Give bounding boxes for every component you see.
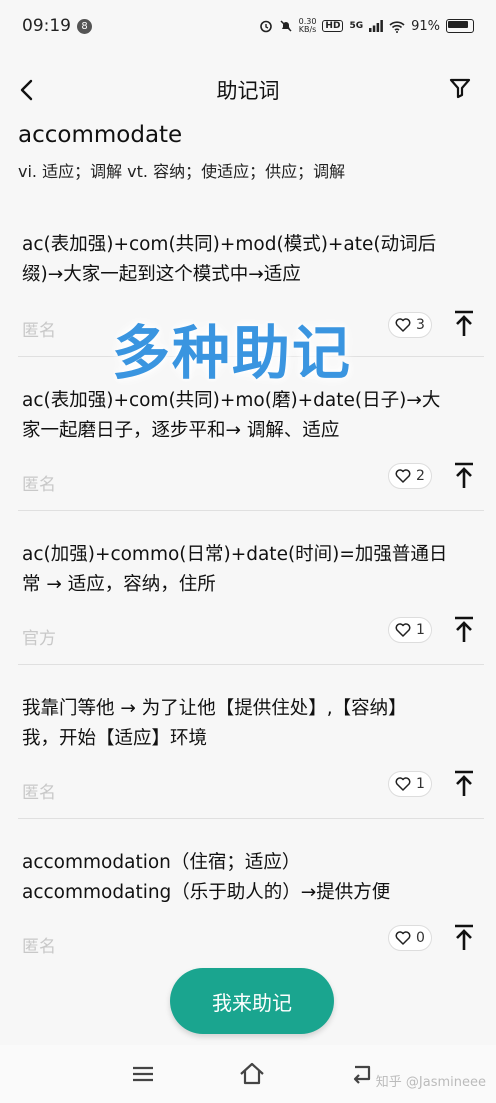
mnemonic-text: ac(表加强)+com(共同)+mod(模式)+ate(动词后 缀)→大家一起到… — [22, 230, 482, 290]
mnemonic-author: 匿名 — [22, 321, 56, 341]
like-count: 2 — [416, 468, 425, 484]
speed-unit: KB/s — [298, 25, 317, 34]
header: 助记词 — [0, 66, 496, 114]
mnemonic-line: accommodation（住宿；适应） — [22, 852, 301, 873]
menu-icon[interactable] — [128, 1059, 158, 1089]
network-speed: 0.30 KB/s — [299, 18, 317, 34]
mnemonic-text: 我靠门等他 → 为了让他【提供住处】,【容纳】 我，开始【适应】环境 — [22, 694, 482, 754]
network-type: 5G — [349, 21, 364, 31]
mnemonic-line: 缀)→大家一起到这个模式中→适应 — [22, 264, 301, 285]
mnemonic-text: accommodation（住宿；适应） accommodating（乐于助人的… — [22, 848, 482, 908]
mnemonic-line: 我，开始【适应】环境 — [22, 728, 208, 749]
mnemonic-author: 官方 — [22, 629, 56, 649]
like-button[interactable]: 2 — [388, 463, 432, 489]
mnemonic-line: accommodating（乐于助人的）→提供方便 — [22, 882, 391, 903]
add-mnemonic-button[interactable]: 我来助记 — [170, 968, 334, 1034]
like-count: 1 — [416, 776, 425, 792]
mnemonic-text: ac(表加强)+com(共同)+mo(磨)+date(日子)→大 家一起磨日子，… — [22, 386, 482, 446]
mnemonic-text: ac(加强)+commo(日常)+date(时间)=加强普通日 常 → 适应，容… — [22, 540, 482, 600]
notification-count-badge: 8 — [77, 18, 92, 34]
status-bar: 09:19 8 0.30 KB/s HD 5G 91% — [0, 0, 496, 52]
like-count: 3 — [416, 317, 425, 333]
mnemonic-author: 匿名 — [22, 937, 56, 957]
mnemonic-card: ac(表加强)+com(共同)+mo(磨)+date(日子)→大 家一起磨日子，… — [22, 386, 482, 506]
home-icon[interactable] — [237, 1059, 267, 1089]
like-button[interactable]: 1 — [388, 617, 432, 643]
status-time: 09:19 — [22, 16, 71, 36]
heart-icon — [395, 931, 411, 945]
like-button[interactable]: 1 — [388, 771, 432, 797]
back-nav-icon[interactable] — [347, 1059, 377, 1089]
filter-icon[interactable] — [448, 76, 472, 100]
divider — [18, 818, 484, 819]
like-count: 0 — [416, 930, 425, 946]
mnemonic-card: accommodation（住宿；适应） accommodating（乐于助人的… — [22, 848, 482, 958]
system-nav-bar: 知乎 @Jasmineee — [0, 1045, 496, 1103]
mnemonic-card: ac(加强)+commo(日常)+date(时间)=加强普通日 常 → 适应，容… — [22, 540, 482, 660]
page-title: 助记词 — [216, 79, 280, 103]
back-icon[interactable] — [14, 76, 42, 104]
overlay-caption: 多种助记 — [112, 319, 353, 387]
pin-top-icon[interactable] — [452, 770, 476, 798]
mnemonic-line: 家一起磨日子，逐步平和→ 调解、适应 — [22, 420, 340, 441]
mnemonic-line: ac(表加强)+com(共同)+mod(模式)+ate(动词后 — [22, 234, 437, 255]
battery-percent: 91% — [411, 18, 440, 34]
mnemonic-line: ac(表加强)+com(共同)+mo(磨)+date(日子)→大 — [22, 390, 441, 411]
pin-top-icon[interactable] — [452, 616, 476, 644]
like-button[interactable]: 0 — [388, 925, 432, 951]
mnemonic-line: 常 → 适应，容纳，住所 — [22, 574, 216, 595]
heart-icon — [395, 777, 411, 791]
hd-badge: HD — [322, 20, 344, 32]
status-left: 09:19 8 — [22, 16, 92, 36]
pin-top-icon[interactable] — [452, 462, 476, 490]
watermark-credit: 知乎 @Jasmineee — [375, 1075, 486, 1090]
like-button[interactable]: 3 — [388, 312, 432, 338]
pin-top-icon[interactable] — [452, 310, 476, 338]
heart-icon — [395, 318, 411, 332]
mnemonic-author: 匿名 — [22, 783, 56, 803]
wifi-icon — [389, 20, 405, 33]
heart-icon — [395, 623, 411, 637]
word-definition: vi. 适应；调解 vt. 容纳；使适应；供应；调解 — [18, 162, 346, 181]
divider — [18, 664, 484, 665]
divider — [18, 510, 484, 511]
word-heading: accommodate — [18, 122, 183, 148]
status-right: 0.30 KB/s HD 5G 91% — [259, 18, 474, 34]
signal-icon — [369, 20, 383, 32]
like-count: 1 — [416, 622, 425, 638]
mnemonic-card: 我靠门等他 → 为了让他【提供住处】,【容纳】 我，开始【适应】环境 匿名 1 — [22, 694, 482, 814]
mnemonic-author: 匿名 — [22, 475, 56, 495]
mnemonic-line: 我靠门等他 → 为了让他【提供住处】,【容纳】 — [22, 698, 407, 719]
mnemonic-line: ac(加强)+commo(日常)+date(时间)=加强普通日 — [22, 544, 448, 565]
heart-icon — [395, 469, 411, 483]
pin-top-icon[interactable] — [452, 924, 476, 952]
battery-icon — [446, 19, 474, 33]
alarm-icon — [259, 20, 272, 33]
mute-icon — [280, 20, 292, 32]
